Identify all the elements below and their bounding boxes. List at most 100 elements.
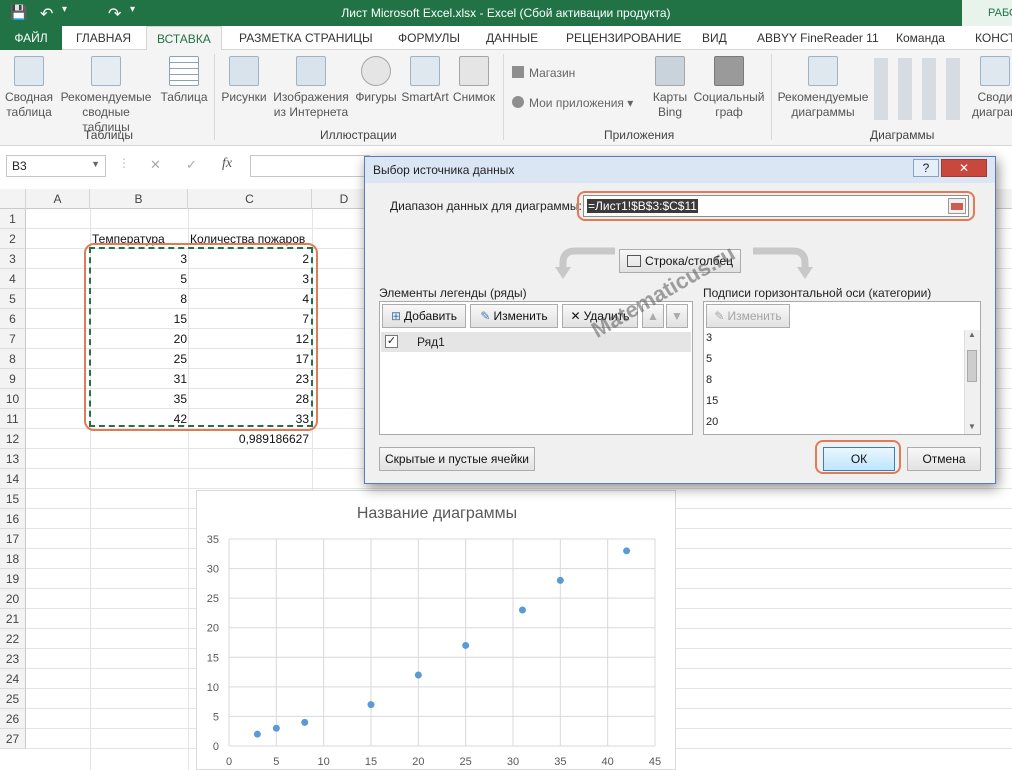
row-header[interactable]: 6 <box>0 309 26 329</box>
cancel-button[interactable]: Отмена <box>907 447 981 471</box>
row-header[interactable]: 25 <box>0 689 26 709</box>
row-header[interactable]: 24 <box>0 669 26 689</box>
scroll-up-icon[interactable]: ▲ <box>968 330 976 339</box>
scatter-chart[interactable]: Название диаграммы 0 5 10 15 20 25 30 35 0 5 10 15 2… <box>196 490 676 770</box>
row-header[interactable]: 19 <box>0 569 26 589</box>
insert-function-icon[interactable]: fx <box>222 156 232 172</box>
cancel-icon[interactable]: ✕ <box>150 157 161 173</box>
axis-labels-label: Подписи горизонтальной оси (категории) <box>703 286 932 300</box>
data-point[interactable] <box>301 718 309 726</box>
list-item[interactable]: 3 <box>706 332 712 344</box>
cell-c12[interactable]: 0,989186627 <box>188 429 309 449</box>
tab-formulas[interactable]: ФОРМУЛЫ <box>398 31 460 45</box>
recommended-charts-button[interactable]: Рекомендуемые диаграммы <box>776 56 870 120</box>
row-header[interactable]: 21 <box>0 609 26 629</box>
column-header-c[interactable]: C <box>188 189 312 209</box>
data-point[interactable] <box>556 576 564 584</box>
close-button[interactable]: ✕ <box>941 159 987 177</box>
row-header[interactable]: 17 <box>0 529 26 549</box>
data-point[interactable] <box>623 547 631 555</box>
column-header-a[interactable]: A <box>26 189 90 209</box>
row-header[interactable]: 27 <box>0 729 26 749</box>
series-checkbox[interactable]: ✓ <box>385 335 398 348</box>
bing-maps-button[interactable]: Карты Bing <box>648 56 692 120</box>
tab-review[interactable]: РЕЦЕНЗИРОВАНИЕ <box>566 31 681 45</box>
row-header[interactable]: 13 <box>0 449 26 469</box>
tab-abbyy[interactable]: ABBYY FineReader 11 <box>757 31 879 45</box>
select-all-corner[interactable] <box>0 189 26 209</box>
edit-series-button[interactable]: ✎ Изменить <box>470 304 558 328</box>
list-item[interactable]: 8 <box>706 374 712 386</box>
data-point[interactable] <box>518 606 526 614</box>
title-bar: 💾 ↶ ▾ ↷ ▾ Лист Microsoft Excel.xlsx - Ex… <box>0 0 1012 26</box>
pivot-table-button[interactable]: Сводная таблица <box>4 56 54 120</box>
list-item[interactable]: 15 <box>706 395 718 407</box>
my-apps-button[interactable]: Мои приложения ▾ <box>512 96 633 110</box>
scrollbar-thumb[interactable] <box>967 350 977 382</box>
enter-icon[interactable]: ✓ <box>186 157 197 173</box>
social-graph-button[interactable]: Социальный граф <box>692 56 766 120</box>
row-header[interactable]: 2 <box>0 229 26 249</box>
edit-axis-button[interactable]: ✎ Изменить <box>706 304 790 328</box>
store-button[interactable]: Магазин <box>512 66 575 80</box>
chart-types-icons[interactable] <box>874 58 962 120</box>
data-point[interactable] <box>272 724 280 732</box>
name-box[interactable]: B3 ▼ <box>6 155 106 177</box>
pivot-chart-button[interactable]: Своди диаграм <box>972 56 1012 120</box>
column-header-b[interactable]: B <box>90 189 188 209</box>
row-header[interactable]: 18 <box>0 549 26 569</box>
shapes-button[interactable]: Фигуры <box>352 56 400 105</box>
list-item[interactable]: 20 <box>706 416 718 428</box>
data-point[interactable] <box>414 671 422 679</box>
formula-input[interactable] <box>250 155 370 177</box>
row-header[interactable]: 26 <box>0 709 26 729</box>
tab-view[interactable]: ВИД <box>702 31 727 45</box>
chevron-down-icon[interactable]: ▼ <box>91 159 100 169</box>
row-header[interactable]: 20 <box>0 589 26 609</box>
tab-page-layout[interactable]: РАЗМЕТКА СТРАНИЦЫ <box>239 31 373 45</box>
tab-design[interactable]: КОНСТ <box>975 31 1012 45</box>
row-header[interactable]: 5 <box>0 289 26 309</box>
data-point[interactable] <box>462 641 470 649</box>
pictures-button[interactable]: Рисунки <box>218 56 270 105</box>
move-down-button[interactable]: ▼ <box>666 304 688 328</box>
online-pictures-button[interactable]: Изображения из Интернета <box>270 56 352 120</box>
hidden-empty-cells-button[interactable]: Скрытые и пустые ячейки <box>379 447 535 471</box>
screenshot-button[interactable]: Снимок <box>450 56 498 105</box>
row-header[interactable]: 9 <box>0 369 26 389</box>
row-header[interactable]: 4 <box>0 269 26 289</box>
row-header[interactable]: 10 <box>0 389 26 409</box>
row-header[interactable]: 12 <box>0 429 26 449</box>
tab-team[interactable]: Команда <box>896 31 945 45</box>
row-header[interactable]: 11 <box>0 409 26 429</box>
scrollbar[interactable]: ▲ ▼ <box>964 330 980 434</box>
tab-file[interactable]: ФАЙЛ <box>0 26 62 50</box>
group-separator <box>503 54 504 140</box>
axis-categories-list[interactable]: 3 5 8 15 20 <box>704 330 964 434</box>
row-header[interactable]: 3 <box>0 249 26 269</box>
row-header[interactable]: 1 <box>0 209 26 229</box>
tab-home[interactable]: ГЛАВНАЯ <box>76 31 131 45</box>
row-header[interactable]: 16 <box>0 509 26 529</box>
row-header[interactable]: 23 <box>0 649 26 669</box>
help-button[interactable]: ? <box>913 159 939 177</box>
tab-insert[interactable]: ВСТАВКА <box>146 26 222 51</box>
data-point[interactable] <box>253 730 261 738</box>
row-header[interactable]: 15 <box>0 489 26 509</box>
row-header[interactable]: 8 <box>0 349 26 369</box>
store-icon <box>512 66 524 78</box>
tab-data[interactable]: ДАННЫЕ <box>486 31 538 45</box>
list-item[interactable]: 5 <box>706 353 712 365</box>
row-header[interactable]: 7 <box>0 329 26 349</box>
work-tab-badge[interactable]: РАБО <box>962 0 1012 26</box>
chart-title[interactable]: Название диаграммы <box>357 505 517 522</box>
table-button[interactable]: Таблица <box>158 56 210 105</box>
row-header[interactable]: 14 <box>0 469 26 489</box>
recommended-pivot-button[interactable]: Рекомендуемые сводные таблицы <box>58 56 154 135</box>
add-series-button[interactable]: ⊞ Добавить <box>382 304 466 328</box>
row-header[interactable]: 22 <box>0 629 26 649</box>
data-point[interactable] <box>367 701 375 709</box>
scroll-down-icon[interactable]: ▼ <box>968 422 976 431</box>
smartart-button[interactable]: SmartArt <box>400 56 450 105</box>
list-item[interactable]: ✓ Ряд1 <box>381 332 691 352</box>
